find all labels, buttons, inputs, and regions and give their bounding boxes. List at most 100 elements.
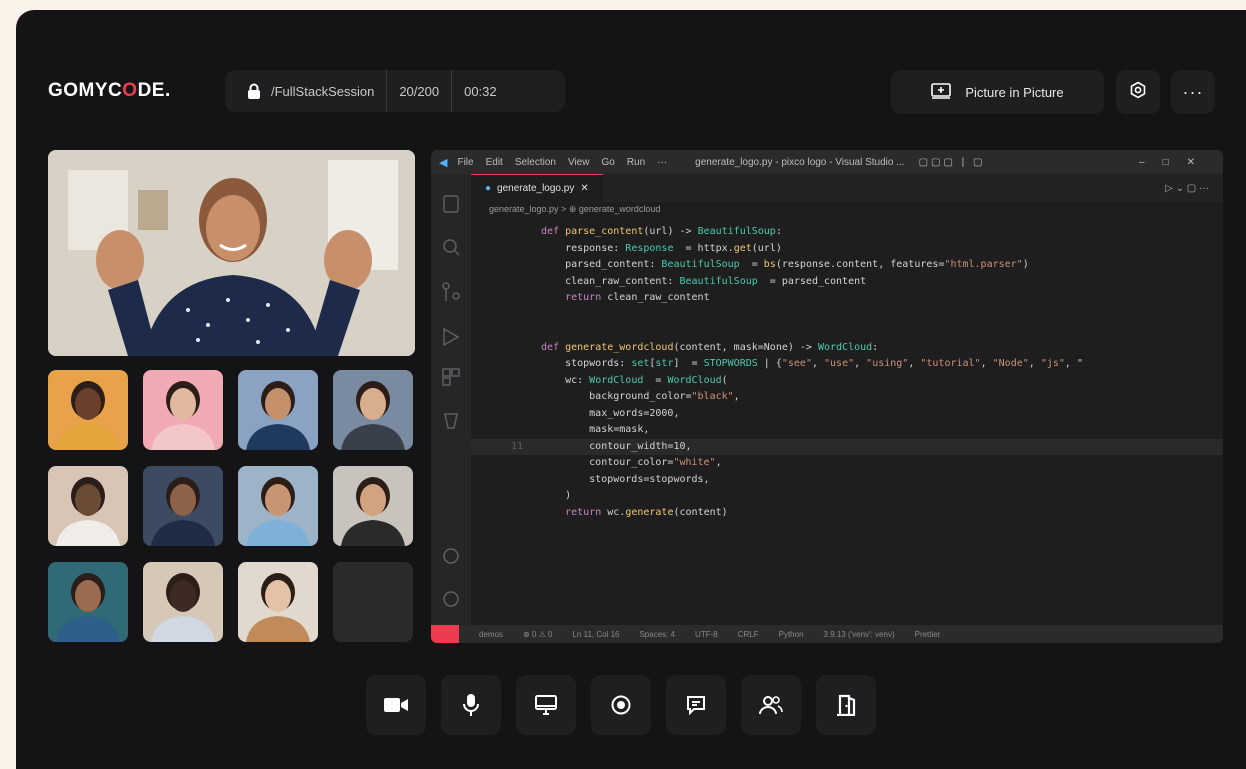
participant-video[interactable] [143,562,223,642]
camera-button[interactable] [366,675,426,735]
more-options-button[interactable]: ··· [1171,70,1215,114]
vscode-menu-item[interactable]: Edit [486,157,503,168]
code-line[interactable]: mask=mask, [471,422,1223,439]
gomycode-logo: GOMYCODE. [48,80,171,101]
participants-icon [759,696,783,715]
activity-icons [442,195,460,607]
participant-video[interactable] [48,466,128,546]
participant-avatar [151,381,215,450]
vscode-menu-item[interactable]: Go [601,157,614,168]
status-item[interactable]: Prettier [915,630,941,639]
code-line[interactable]: def generate_wordcloud(content, mask=Non… [471,340,1223,357]
breadcrumb[interactable]: generate_logo.py > ⊕ generate_wordcloud [489,204,660,215]
line-text: stopwords=stopwords, [541,473,710,485]
code-line[interactable] [471,307,1223,324]
participant-avatar [151,477,215,546]
code-line[interactable]: parsed_content: BeautifulSoup = bs(respo… [471,257,1223,274]
tab-label: generate_logo.py [497,183,575,194]
participant-avatar [56,477,120,546]
line-text: mask=mask, [541,424,650,435]
code-line[interactable]: contour_color="white", [471,455,1223,472]
status-item[interactable]: Python [779,630,804,639]
code-line[interactable]: wc: WordCloud = WordCloud( [471,373,1223,390]
vscode-activity-bar [431,174,471,625]
code-line[interactable]: clean_raw_content: BeautifulSoup = parse… [471,274,1223,291]
pip-icon [931,82,952,102]
participant-avatar [341,477,405,546]
line-text: ) [541,490,572,501]
run-icon[interactable]: ▷ ⌄ ▢ ··· [1165,183,1209,194]
code-line[interactable]: max_words=2000, [471,406,1223,423]
chat-button[interactable] [666,675,726,735]
microphone-button[interactable] [441,675,501,735]
status-item[interactable]: Ln 11, Col 16 [572,630,619,639]
vscode-logo-icon: ◀ [439,156,448,169]
vscode-menu-item[interactable]: View [568,157,590,168]
participant-video[interactable] [333,466,413,546]
status-item[interactable]: 3.9.13 ('venv': venv) [824,630,895,639]
participant-video[interactable] [238,562,318,642]
status-item[interactable]: Spaces: 4 [639,630,675,639]
participant-video[interactable] [143,466,223,546]
code-line[interactable]: response: Response = httpx.get(url) [471,241,1223,258]
record-icon [611,695,631,715]
participant-video[interactable] [143,370,223,450]
more-icon: ··· [1182,81,1204,102]
vscode-menu-item[interactable]: File [457,157,473,168]
window-controls: –□✕ [1139,156,1213,168]
top-bar: GOMYCODE. /FullStackSession 20/200 00:32… [16,66,1246,116]
code-line[interactable]: stopwords: set[str] = STOPWORDS | {"see"… [471,356,1223,373]
code-line[interactable]: def parse_content(url) -> BeautifulSoup: [471,224,1223,241]
close-tab-icon[interactable]: ✕ [580,183,588,194]
vscode-menu-item[interactable]: Selection [515,157,556,168]
lock-icon [237,70,271,112]
shared-screen-vscode: ◀ File Edit Selection View Go Run ··· generate… [431,150,1223,643]
participant-video[interactable] [333,370,413,450]
code-editor[interactable]: def parse_content(url) -> BeautifulSoup:… [471,224,1223,625]
door-exit-icon [837,694,856,716]
participant-avatar [56,381,120,450]
line-text: return wc.generate(content) [565,506,728,518]
layout-icons: ▢▢▢ | ▢ [918,156,986,168]
participant-video[interactable] [238,466,318,546]
meeting-window: GOMYCODE. /FullStackSession 20/200 00:32… [16,10,1246,769]
python-file-icon: ● [485,183,492,194]
code-line[interactable] [471,323,1223,340]
participant-video[interactable] [48,562,128,642]
status-item[interactable]: UTF-8 [695,630,718,639]
line-text: max_words=2000, [541,407,680,419]
code-line[interactable]: background_color="black", [471,389,1223,406]
tab-generate-logo[interactable]: ● generate_logo.py ✕ [471,174,603,202]
code-line[interactable]: 11 contour_width=10, [471,438,1223,455]
line-text: clean_raw_content: BeautifulSoup = parse… [541,275,867,287]
vscode-menu-item[interactable]: ··· [657,157,667,168]
picture-in-picture-button[interactable]: Picture in Picture [891,70,1104,114]
participant-avatar [246,573,310,642]
empty-video-slot [333,562,413,642]
status-item[interactable]: CRLF [738,630,759,639]
participant-video[interactable] [48,370,128,450]
line-text: parsed_content: BeautifulSoup = bs(respo… [541,259,1029,270]
remote-indicator[interactable] [431,625,459,643]
code-line[interactable]: ) [471,488,1223,505]
code-line[interactable]: return clean_raw_content [471,290,1223,307]
screen-share-button[interactable] [516,675,576,735]
code-line[interactable]: return wc.generate(content) [471,505,1223,522]
code-line[interactable]: stopwords=stopwords, [471,472,1223,489]
main-speaker-video[interactable] [48,150,415,356]
line-number: 11 [510,440,523,452]
status-item[interactable]: demos [479,630,503,639]
vscode-menu: File Edit Selection View Go Run ··· [457,157,667,168]
participants-button[interactable] [741,675,801,735]
settings-button[interactable] [1116,70,1160,114]
participant-avatar [341,381,405,450]
monitor-icon [535,695,557,715]
vscode-menu-item[interactable]: Run [627,157,645,168]
participant-video[interactable] [238,370,318,450]
status-item[interactable]: ⊗ 0 ⚠ 0 [523,630,552,639]
record-button[interactable] [591,675,651,735]
vscode-status-bar: demos ⊗ 0 ⚠ 0 Ln 11, Col 16 Spaces: 4 UTF-8 C… [431,625,1223,643]
camera-icon [384,698,408,712]
leave-button[interactable] [816,675,876,735]
participant-avatar [56,573,120,642]
